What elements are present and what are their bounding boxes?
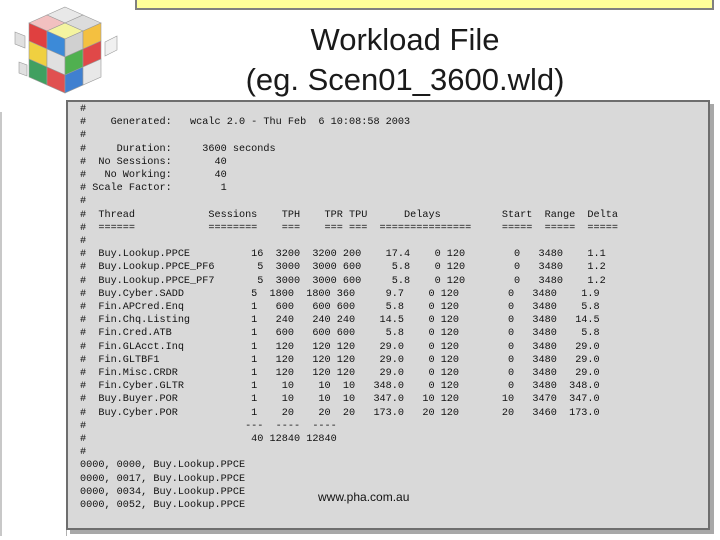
file-line: 0000, 0052, Buy.Lookup.PPCE — [80, 500, 246, 512]
file-line: # Generated: wcalc 2.0 - Thu Feb 6 10:08… — [80, 117, 411, 129]
file-line: # Fin.GLAcct.Inq 1 120 120 120 29.0 0 12… — [80, 341, 600, 353]
file-line: # — [80, 236, 87, 248]
file-line: # 40 12840 12840 — [80, 434, 337, 446]
top-decorative-band — [135, 0, 714, 10]
file-line: # Buy.Lookup.PPCE_PF7 5 3000 3000 600 5.… — [80, 275, 606, 287]
file-line: # No Working: 40 — [80, 170, 227, 182]
file-line: # — [80, 447, 87, 459]
file-line: # Fin.GLTBF1 1 120 120 120 29.0 0 120 0 … — [80, 354, 600, 366]
file-line: 0000, 0000, Buy.Lookup.PPCE — [80, 460, 246, 472]
file-line: # ====== ======== === === === ==========… — [80, 222, 618, 234]
file-line: # No Sessions: 40 — [80, 156, 227, 168]
title-line-2: (eg. Scen01_3600.wld) — [245, 62, 565, 97]
file-line: # — [80, 196, 87, 208]
file-line: # Fin.Chq.Listing 1 240 240 240 14.5 0 1… — [80, 315, 600, 327]
file-line: # Buy.Lookup.PPCE 16 3200 3200 200 17.4 … — [80, 249, 606, 261]
file-line: # Thread Sessions TPH TPR TPU Delays Sta… — [80, 209, 618, 221]
file-line: # — [80, 104, 87, 115]
file-line: # Scale Factor: 1 — [80, 183, 227, 195]
file-line: # Fin.Cred.ATB 1 600 600 600 5.8 0 120 0… — [80, 328, 600, 340]
website-url: www.pha.com.au — [318, 490, 410, 504]
file-line: # — [80, 130, 87, 142]
workload-file-text: # # Generated: wcalc 2.0 - Thu Feb 6 10:… — [80, 103, 618, 512]
file-line: # Fin.APCred.Enq 1 600 600 600 5.8 0 120… — [80, 302, 600, 314]
file-line: 0000, 0034, Buy.Lookup.PPCE — [80, 486, 246, 498]
file-line: # Buy.Cyber.SADD 5 1800 1800 360 9.7 0 1… — [80, 288, 600, 300]
colored-cube-logo-icon — [5, 2, 125, 102]
file-line: # Duration: 3600 seconds — [80, 143, 276, 155]
file-line: # Fin.Cyber.GLTR 1 10 10 10 348.0 0 120 … — [80, 381, 600, 393]
file-line: # Fin.Misc.CRDR 1 120 120 120 29.0 0 120… — [80, 368, 600, 380]
file-line: # Buy.Cyber.POR 1 20 20 20 173.0 20 120 … — [80, 407, 600, 419]
file-line: 0000, 0017, Buy.Lookup.PPCE — [80, 473, 246, 485]
page-title: Workload File (eg. Scen01_3600.wld) — [200, 20, 610, 100]
file-line: # --- ---- ---- — [80, 420, 337, 432]
file-line: # Buy.Buyer.POR 1 10 10 10 347.0 10 120 … — [80, 394, 600, 406]
left-decorative-strip — [0, 112, 67, 536]
file-line: # Buy.Lookup.PPCE_PF6 5 3000 3000 600 5.… — [80, 262, 606, 274]
title-line-1: Workload File — [310, 22, 500, 57]
